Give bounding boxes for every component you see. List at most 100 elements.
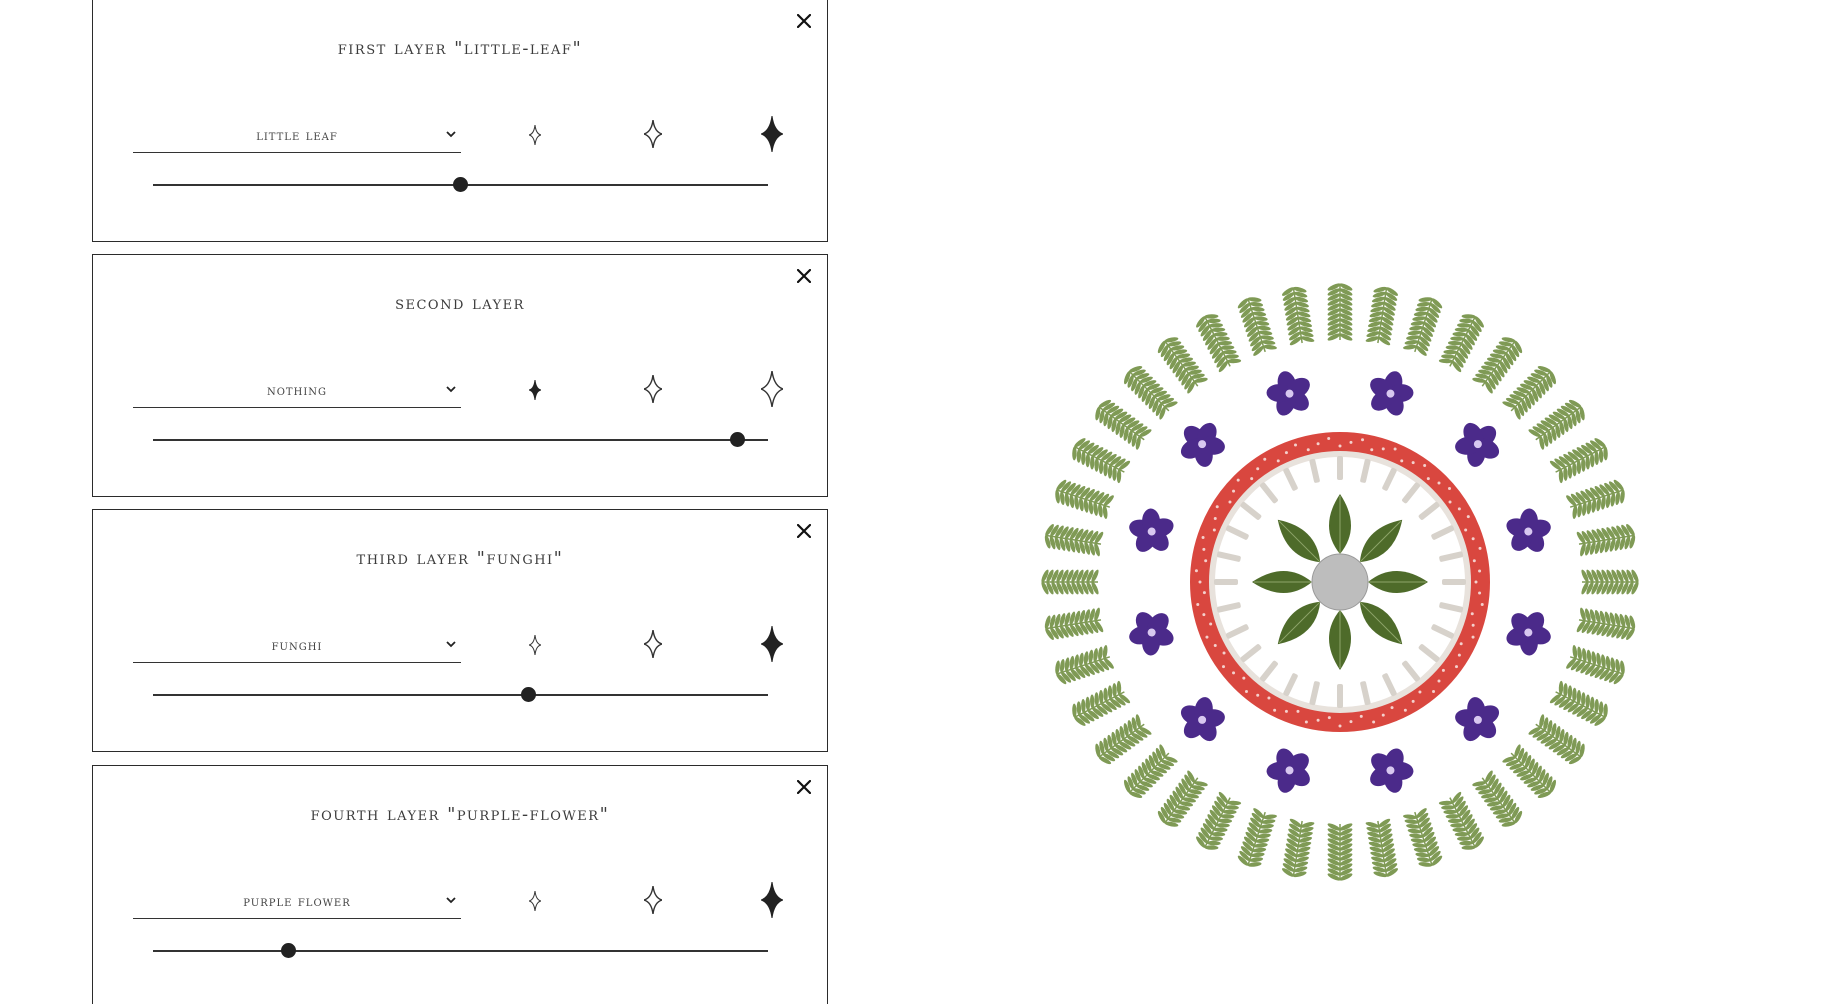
fern-leaf (1281, 286, 1315, 346)
small-star-icon[interactable] (528, 634, 542, 659)
mushroom-stem (1283, 467, 1298, 491)
mushroom-stem (1216, 602, 1241, 613)
medium-star-icon[interactable] (641, 629, 665, 662)
mushroom-stem (1225, 525, 1249, 540)
mushroom-stem (1382, 673, 1397, 697)
center-leaf (1329, 610, 1351, 670)
fern-leaf (1044, 523, 1104, 557)
mushroom-stem (1337, 456, 1343, 480)
small-star-icon[interactable] (528, 379, 542, 404)
purple-flower (1455, 422, 1500, 467)
fern-leaf (1123, 365, 1178, 420)
slider-track (153, 950, 768, 952)
chevron-down-icon (445, 894, 457, 910)
fern-leaf (1472, 770, 1523, 827)
fern-leaf (1403, 808, 1443, 867)
mushroom-stem (1259, 660, 1278, 682)
slider-thumb[interactable] (729, 432, 745, 447)
mushroom-stem (1360, 458, 1371, 483)
mushroom-stem (1439, 602, 1464, 613)
size-slider[interactable] (153, 430, 768, 450)
medium-star-icon[interactable] (641, 119, 665, 152)
fern-leaf (1566, 479, 1625, 519)
fern-leaf (1365, 286, 1399, 346)
center-leaf (1252, 571, 1312, 593)
slider-thumb[interactable] (280, 943, 296, 958)
chevron-down-icon (445, 383, 457, 399)
mushroom-stem (1283, 673, 1298, 697)
fern-leaf (1072, 680, 1131, 726)
fern-leaf (1157, 770, 1208, 827)
layer-panel-3: THIRD LAYER "FUNGHI" FUNGHI (92, 509, 828, 752)
fern-leaf (1095, 714, 1152, 765)
medium-star-icon[interactable] (641, 374, 665, 407)
mushroom-stem (1309, 458, 1320, 483)
center-leaf (1277, 519, 1321, 563)
element-select[interactable]: FUNGHI (133, 630, 461, 663)
layer-panel-4: FOURTH LAYER "PURPLE-FLOWER" PURPLE FLOW… (92, 765, 828, 1004)
moon-center (1311, 553, 1369, 611)
small-star-icon[interactable] (528, 890, 542, 915)
element-select[interactable]: NOTHING (133, 375, 461, 408)
fern-leaf (1502, 744, 1557, 799)
fern-leaf (1237, 297, 1277, 356)
purple-flower (1180, 422, 1225, 467)
large-star-icon[interactable] (759, 881, 785, 922)
chevron-down-icon (445, 638, 457, 654)
large-star-icon[interactable] (758, 370, 786, 411)
fern-leaf (1472, 337, 1523, 394)
mushroom-stem (1337, 684, 1343, 708)
fern-leaf (1528, 399, 1585, 450)
layer-title: FIRST LAYER "LITTLE-LEAF" (337, 38, 583, 59)
size-slider[interactable] (153, 175, 768, 195)
fern-leaf (1281, 818, 1315, 878)
fern-leaf (1327, 283, 1353, 341)
large-star-icon[interactable] (759, 625, 785, 666)
close-icon[interactable] (793, 265, 815, 287)
close-icon[interactable] (793, 10, 815, 32)
medium-star-icon[interactable] (641, 885, 665, 918)
layer-title: SECOND LAYER (395, 293, 525, 314)
fern-leaf (1327, 823, 1353, 881)
mushroom-stem (1225, 624, 1249, 639)
mushroom-stem (1259, 482, 1278, 504)
purple-flower (1266, 748, 1310, 793)
select-value: FUNGHI (271, 638, 323, 654)
fern-leaf (1072, 438, 1131, 484)
select-value: PURPLE FLOWER (243, 894, 351, 910)
center-leaf (1359, 601, 1403, 645)
fern-leaf (1502, 365, 1557, 420)
fern-leaf (1196, 791, 1242, 850)
center-leaf (1277, 601, 1321, 645)
layer-title: FOURTH LAYER "PURPLE-FLOWER" (310, 804, 610, 825)
slider-thumb[interactable] (520, 687, 536, 702)
mandala-canvas (1041, 283, 1639, 881)
close-icon[interactable] (793, 776, 815, 798)
fern-leaf (1576, 523, 1636, 557)
fern-leaf (1549, 438, 1608, 484)
slider-thumb[interactable] (453, 177, 468, 192)
mushroom-stem (1309, 681, 1320, 706)
select-value: LITTLE LEAF (256, 128, 338, 144)
mushroom-stem (1402, 482, 1421, 504)
size-slider[interactable] (153, 685, 768, 705)
element-select[interactable]: LITTLE LEAF (133, 120, 461, 153)
purple-flower (1506, 612, 1551, 656)
purple-flower (1506, 508, 1551, 552)
purple-flower (1370, 748, 1414, 793)
fern-leaf (1237, 808, 1277, 867)
mushroom-stem (1240, 501, 1262, 520)
fern-leaf (1157, 337, 1208, 394)
element-select[interactable]: PURPLE FLOWER (133, 886, 461, 919)
small-star-icon[interactable] (528, 124, 542, 149)
purple-flower (1266, 371, 1310, 416)
purple-flower (1455, 697, 1500, 742)
layer-title: THIRD LAYER "FUNGHI" (356, 548, 564, 569)
large-star-icon[interactable] (759, 115, 785, 156)
close-icon[interactable] (793, 520, 815, 542)
layer-panel-1: FIRST LAYER "LITTLE-LEAF" LITTLE LEAF (92, 0, 828, 242)
purple-flower (1180, 697, 1225, 742)
size-slider[interactable] (153, 941, 768, 961)
mushroom-stem (1360, 681, 1371, 706)
fern-leaf (1365, 818, 1399, 878)
